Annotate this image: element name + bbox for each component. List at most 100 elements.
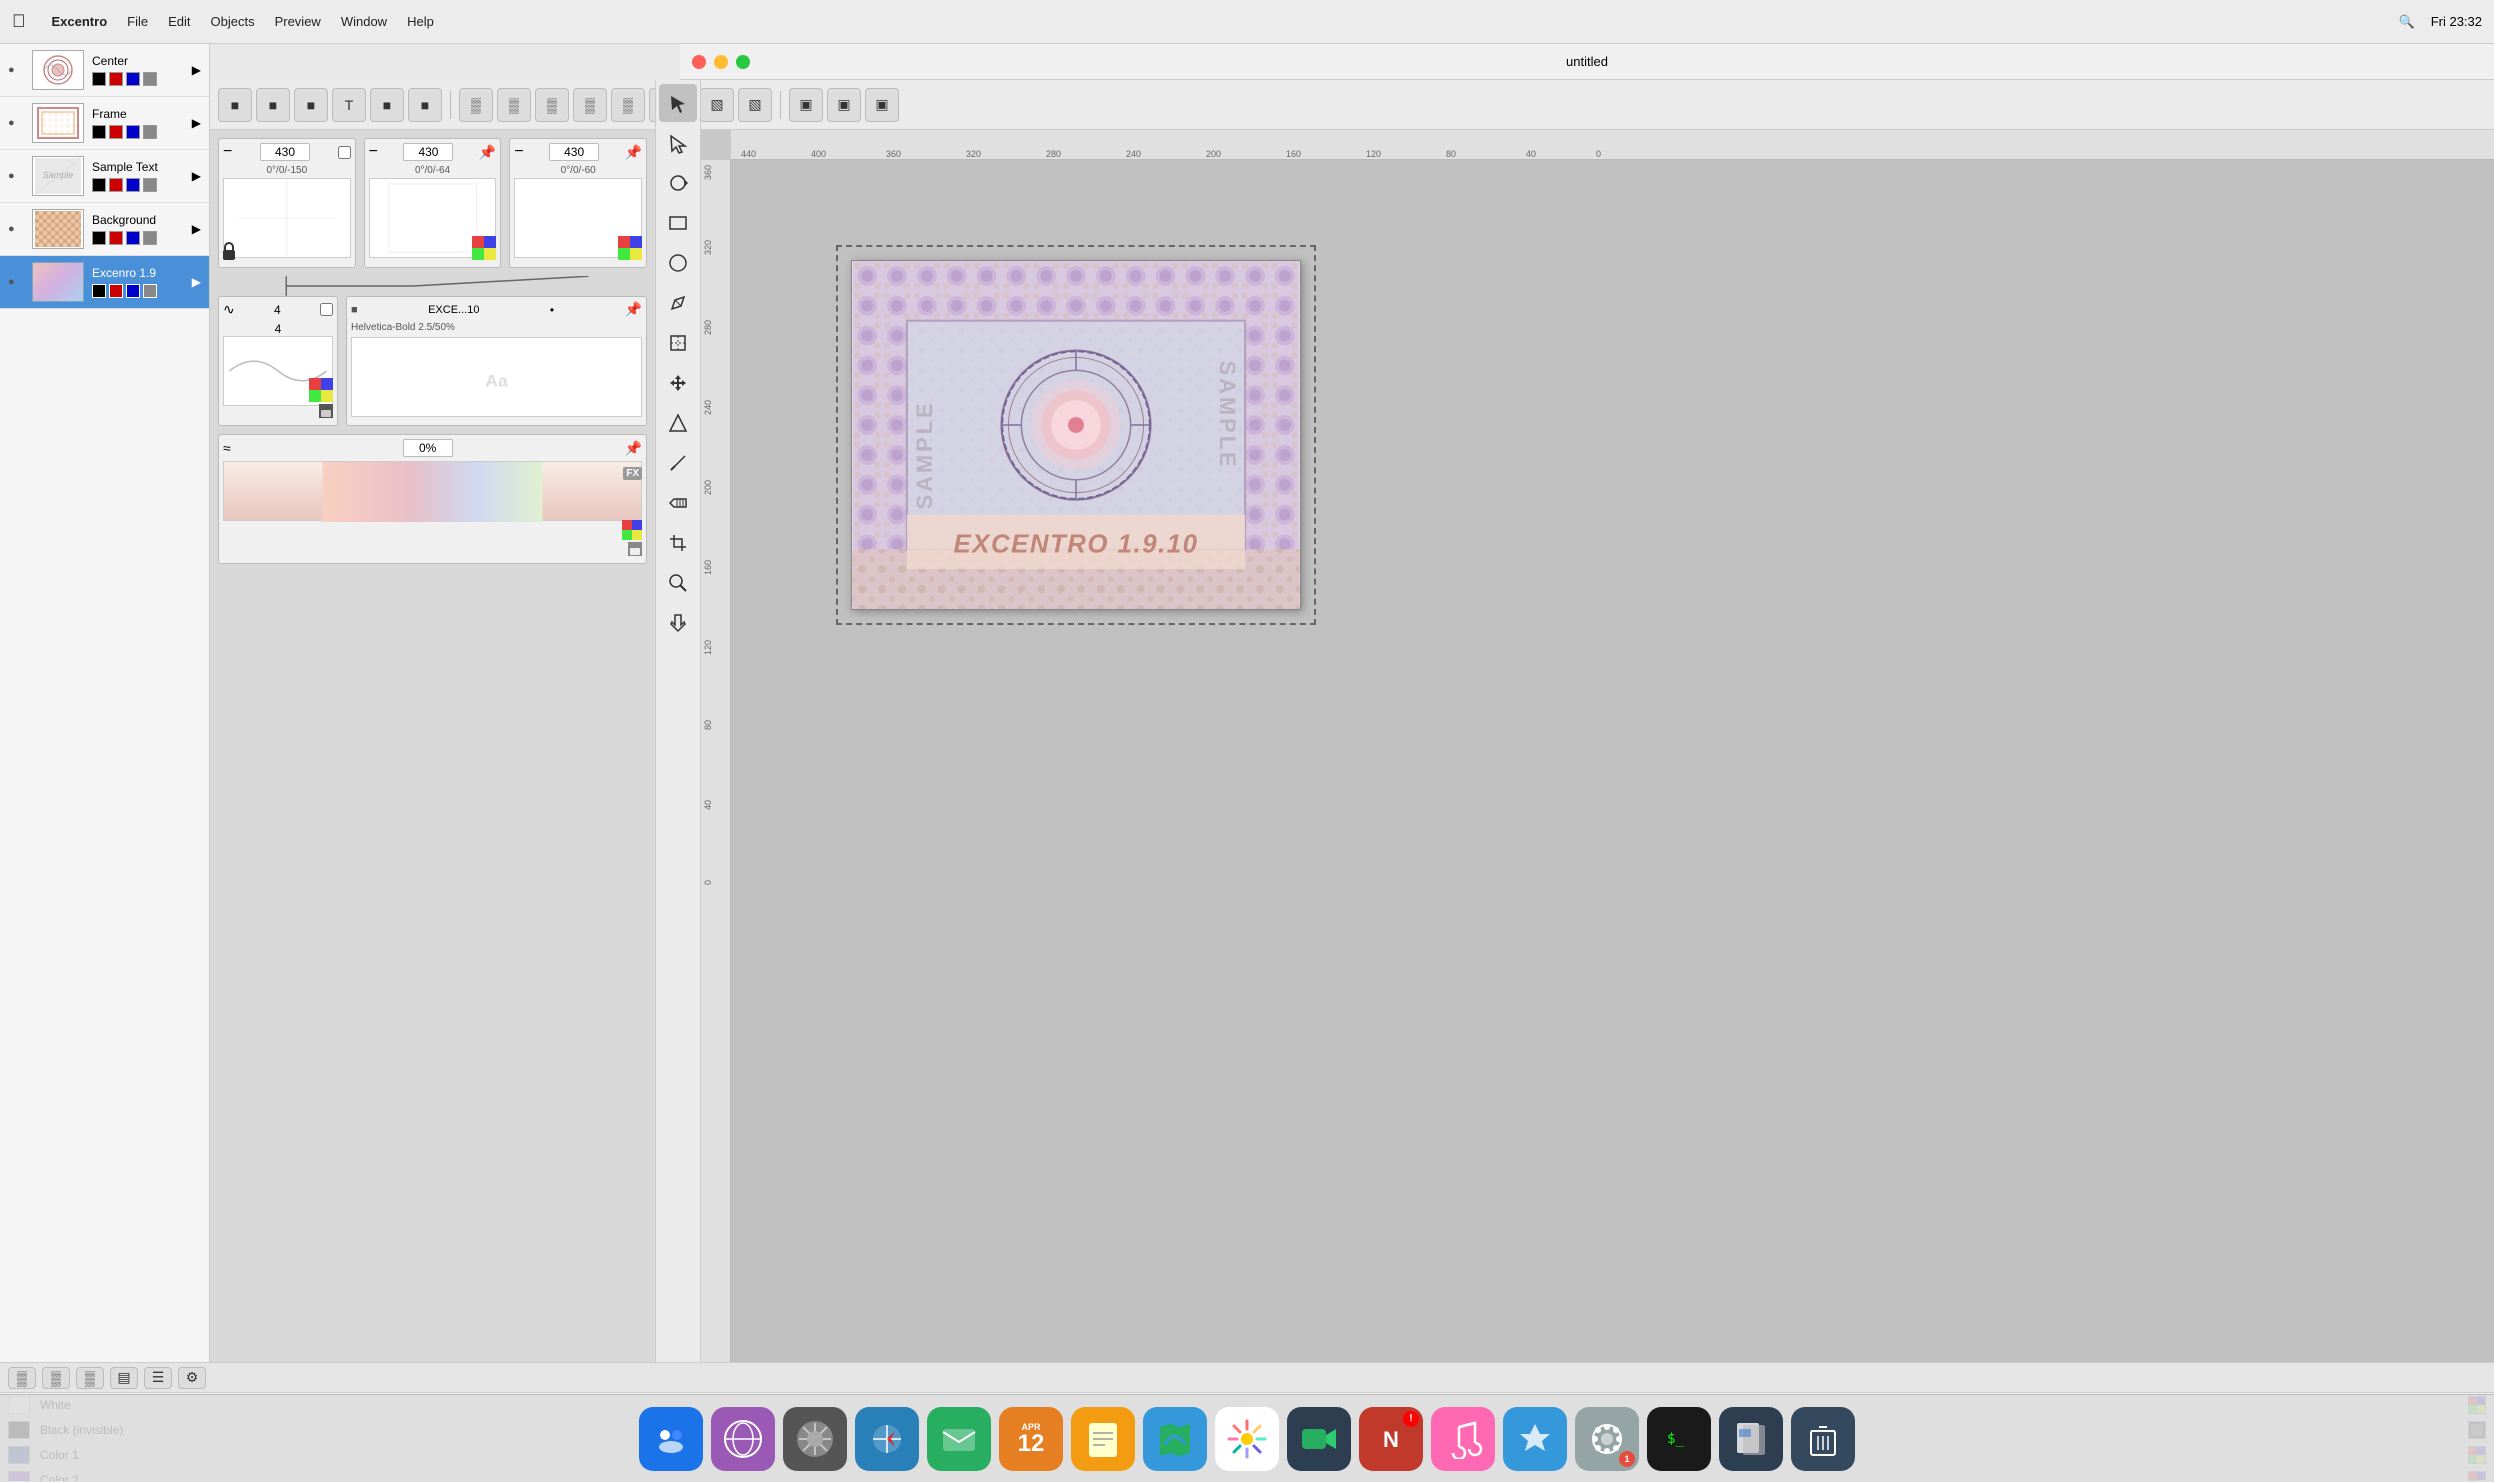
color-square-frame[interactable] [472, 236, 496, 263]
visibility-icon[interactable]: ● [8, 170, 24, 182]
toolbar-arrange-1[interactable]: ▒ [459, 88, 493, 122]
menu-window[interactable]: Window [341, 14, 387, 29]
toolbar-frame-2[interactable]: ▣ [827, 88, 861, 122]
menu-excentro[interactable]: Excentro [52, 14, 108, 29]
toolbar-btn-2[interactable]: ■ [256, 88, 290, 122]
tool-text[interactable] [659, 444, 697, 482]
apple-menu[interactable]:  [12, 11, 26, 32]
dock-trash[interactable] [1791, 1407, 1855, 1471]
visibility-icon[interactable]: ● [8, 276, 24, 288]
color-square-wave[interactable] [309, 378, 333, 405]
tool-rectangle[interactable] [659, 204, 697, 242]
pin-icon-font[interactable]: 📌 [625, 301, 642, 318]
color-dot[interactable] [126, 72, 140, 86]
color-dot[interactable] [143, 178, 157, 192]
minimize-button[interactable] [714, 55, 728, 69]
zoom-button[interactable] [736, 55, 750, 69]
layer-item-center[interactable]: ● Center ▶ [0, 44, 209, 97]
panel-gradient-value[interactable] [403, 439, 453, 457]
layer-expand-icon[interactable]: ▶ [192, 116, 201, 130]
color-dot[interactable] [143, 284, 157, 298]
menu-file[interactable]: File [127, 14, 148, 29]
toolbar-frame-1[interactable]: ▣ [789, 88, 823, 122]
dock-preview[interactable] [1719, 1407, 1783, 1471]
color-dot[interactable] [126, 231, 140, 245]
color-dot[interactable] [92, 125, 106, 139]
fx-badge[interactable]: FX [623, 465, 642, 479]
tool-measure[interactable] [659, 484, 697, 522]
tool-rotate[interactable] [659, 164, 697, 202]
color-dot[interactable] [92, 72, 106, 86]
visibility-icon[interactable]: ● [8, 64, 24, 76]
dock-maps[interactable] [1143, 1407, 1207, 1471]
lock-icon-gradient[interactable] [628, 542, 642, 559]
pin-icon-2[interactable]: 📌 [625, 144, 642, 161]
layer-expand-icon[interactable]: ▶ [192, 275, 201, 289]
dock-notes[interactable] [1071, 1407, 1135, 1471]
toolbar-frame-3[interactable]: ▣ [865, 88, 899, 122]
dock-music[interactable] [1431, 1407, 1495, 1471]
tool-select-2[interactable] [659, 124, 697, 162]
menu-preview[interactable]: Preview [275, 14, 321, 29]
toolbar-btn-1[interactable]: ■ [218, 88, 252, 122]
arrange-btn-3[interactable]: ▒ [76, 1367, 104, 1389]
toolbar-arrange-4[interactable]: ▒ [573, 88, 607, 122]
layer-item-excentro[interactable]: ● Excenro 1.9 ▶ [0, 256, 209, 309]
color-dot[interactable] [109, 125, 123, 139]
toolbar-arrange-2[interactable]: ▒ [497, 88, 531, 122]
arrange-btn-2[interactable]: ▒ [42, 1367, 70, 1389]
tool-transform[interactable] [659, 324, 697, 362]
layer-item-frame[interactable]: ● Frame ▶ [0, 97, 209, 150]
tool-node[interactable] [659, 404, 697, 442]
canvas-content[interactable]: SAMPLE SAMPLE EXCENTRO 1.9.10 [731, 160, 2494, 1440]
visibility-icon[interactable]: ● [8, 117, 24, 129]
grid-btn[interactable]: ▤ [110, 1367, 138, 1389]
color-dot[interactable] [109, 231, 123, 245]
color-dot[interactable] [109, 72, 123, 86]
color-dot[interactable] [126, 178, 140, 192]
spotlight-icon[interactable]: 🔍 [2399, 14, 2415, 30]
color-square-gradient[interactable] [622, 520, 642, 543]
tool-pen[interactable] [659, 284, 697, 322]
toolbar-btn-4[interactable]: T [332, 88, 366, 122]
panel-minus-icon[interactable]: − [223, 143, 232, 161]
visibility-icon[interactable]: ● [8, 223, 24, 235]
dock-photos[interactable] [1215, 1407, 1279, 1471]
list-btn[interactable]: ☰ [144, 1367, 172, 1389]
dock-calendar[interactable]: APR12 [999, 1407, 1063, 1471]
panel-value-background[interactable] [549, 143, 599, 161]
color-dot[interactable] [92, 231, 106, 245]
toolbar-arrange-5[interactable]: ▒ [611, 88, 645, 122]
toolbar-arrange-3[interactable]: ▒ [535, 88, 569, 122]
dock-systemprefs[interactable]: 1 [1575, 1407, 1639, 1471]
dock-terminal[interactable]: $_ [1647, 1407, 1711, 1471]
settings-btn[interactable]: ⚙ [178, 1367, 206, 1389]
document-preview[interactable]: SAMPLE SAMPLE EXCENTRO 1.9.10 [851, 260, 1301, 610]
panel-value-center[interactable] [260, 143, 310, 161]
tool-zoom[interactable] [659, 564, 697, 602]
tool-crop[interactable] [659, 524, 697, 562]
toolbar-align-1[interactable]: ▧ [700, 88, 734, 122]
dock-launchpad[interactable] [783, 1407, 847, 1471]
dock-news[interactable]: N ! [1359, 1407, 1423, 1471]
arrange-btn-1[interactable]: ▒ [8, 1367, 36, 1389]
color-dot[interactable] [109, 284, 123, 298]
color-dot[interactable] [143, 231, 157, 245]
dock-facetime[interactable] [1287, 1407, 1351, 1471]
dock-safari[interactable] [855, 1407, 919, 1471]
toolbar-align-2[interactable]: ▧ [738, 88, 772, 122]
dock-finder[interactable] [639, 1407, 703, 1471]
lock-icon-wave[interactable] [319, 404, 333, 421]
color-dot[interactable] [143, 72, 157, 86]
close-button[interactable] [692, 55, 706, 69]
pin-icon-gradient[interactable]: 📌 [625, 440, 642, 457]
layer-expand-icon[interactable]: ▶ [192, 222, 201, 236]
toolbar-btn-5[interactable]: ■ [370, 88, 404, 122]
pin-icon[interactable]: 📌 [479, 144, 496, 161]
panel-checkbox-center[interactable] [338, 146, 351, 159]
color-dot[interactable] [126, 284, 140, 298]
lock-icon[interactable] [221, 242, 237, 265]
layer-item-background[interactable]: ● Background ▶ [0, 203, 209, 256]
layer-expand-icon[interactable]: ▶ [192, 63, 201, 77]
color-dot[interactable] [126, 125, 140, 139]
